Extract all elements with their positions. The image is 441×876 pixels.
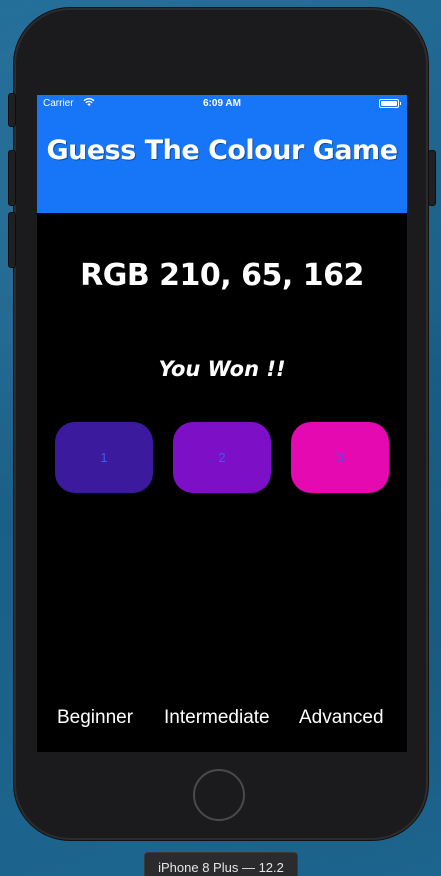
battery-icon: [379, 99, 401, 108]
home-button[interactable]: [193, 769, 245, 821]
status-bar: Carrier 6:09 AM: [37, 95, 407, 113]
power-button[interactable]: [428, 150, 436, 206]
status-time: 6:09 AM: [203, 98, 241, 109]
colour-choice-button-2[interactable]: 2: [173, 422, 271, 493]
mute-switch: [8, 93, 16, 127]
advanced-button[interactable]: Advanced: [299, 707, 384, 729]
simulator-device-label: iPhone 8 Plus — 12.2: [144, 852, 298, 876]
rgb-value-label: RGB 210, 65, 162: [80, 258, 364, 293]
app-screen: Carrier 6:09 AM Guess The Colour Game RG…: [37, 95, 407, 752]
app-title: Guess The Colour Game: [46, 135, 398, 166]
app-header: Carrier 6:09 AM Guess The Colour Game: [37, 95, 407, 213]
result-message: You Won !!: [158, 357, 286, 381]
volume-down-button[interactable]: [8, 212, 16, 268]
choice-label: 1: [100, 450, 108, 465]
level-selector: Beginner Intermediate Advanced: [37, 707, 407, 731]
colour-choice-button-1[interactable]: 1: [55, 422, 153, 493]
choice-label: 2: [218, 450, 226, 465]
intermediate-button[interactable]: Intermediate: [164, 707, 270, 729]
beginner-button[interactable]: Beginner: [57, 707, 133, 729]
colour-choice-button-3[interactable]: 3: [291, 422, 389, 493]
choice-label: 3: [336, 450, 344, 465]
volume-up-button[interactable]: [8, 150, 16, 206]
